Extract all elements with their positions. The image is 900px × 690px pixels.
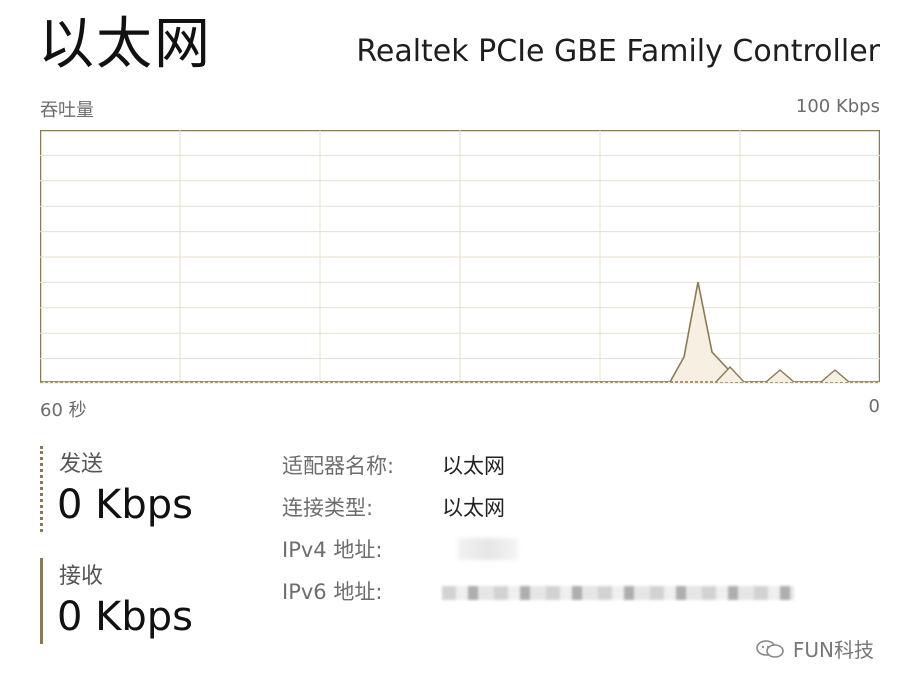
property-key: IPv6 地址:	[282, 580, 383, 604]
property-key: 连接类型:	[282, 496, 374, 520]
redacted-ipv6	[442, 586, 794, 600]
throughput-graph	[40, 130, 880, 384]
adapter-name: Realtek PCIe GBE Family Controller	[356, 34, 880, 69]
watermark: FUN科技	[755, 634, 874, 663]
send-label: 发送	[59, 452, 104, 477]
receive-metric: 接收 0 Kbps	[40, 558, 263, 644]
chat-bubble-icon	[756, 639, 784, 658]
property-key: 适配器名称:	[282, 454, 395, 478]
send-metric: 发送 0 Kbps	[40, 446, 263, 532]
graph-time-end: 0	[868, 396, 880, 417]
receive-value: 0 Kbps	[57, 594, 194, 640]
property-value: 以太网	[442, 454, 505, 478]
send-value: 0 Kbps	[57, 482, 194, 528]
watermark-text: FUN科技	[792, 638, 874, 662]
graph-label-throughput: 吞吐量	[40, 100, 94, 121]
graph-label-max: 100 Kbps	[795, 96, 880, 117]
property-key: IPv4 地址:	[282, 538, 383, 562]
receive-label: 接收	[59, 564, 104, 589]
graph-time-start: 60 秒	[40, 400, 87, 421]
page-title: 以太网	[38, 12, 212, 77]
property-value: 以太网	[442, 496, 505, 520]
redacted-ipv4	[458, 538, 518, 560]
